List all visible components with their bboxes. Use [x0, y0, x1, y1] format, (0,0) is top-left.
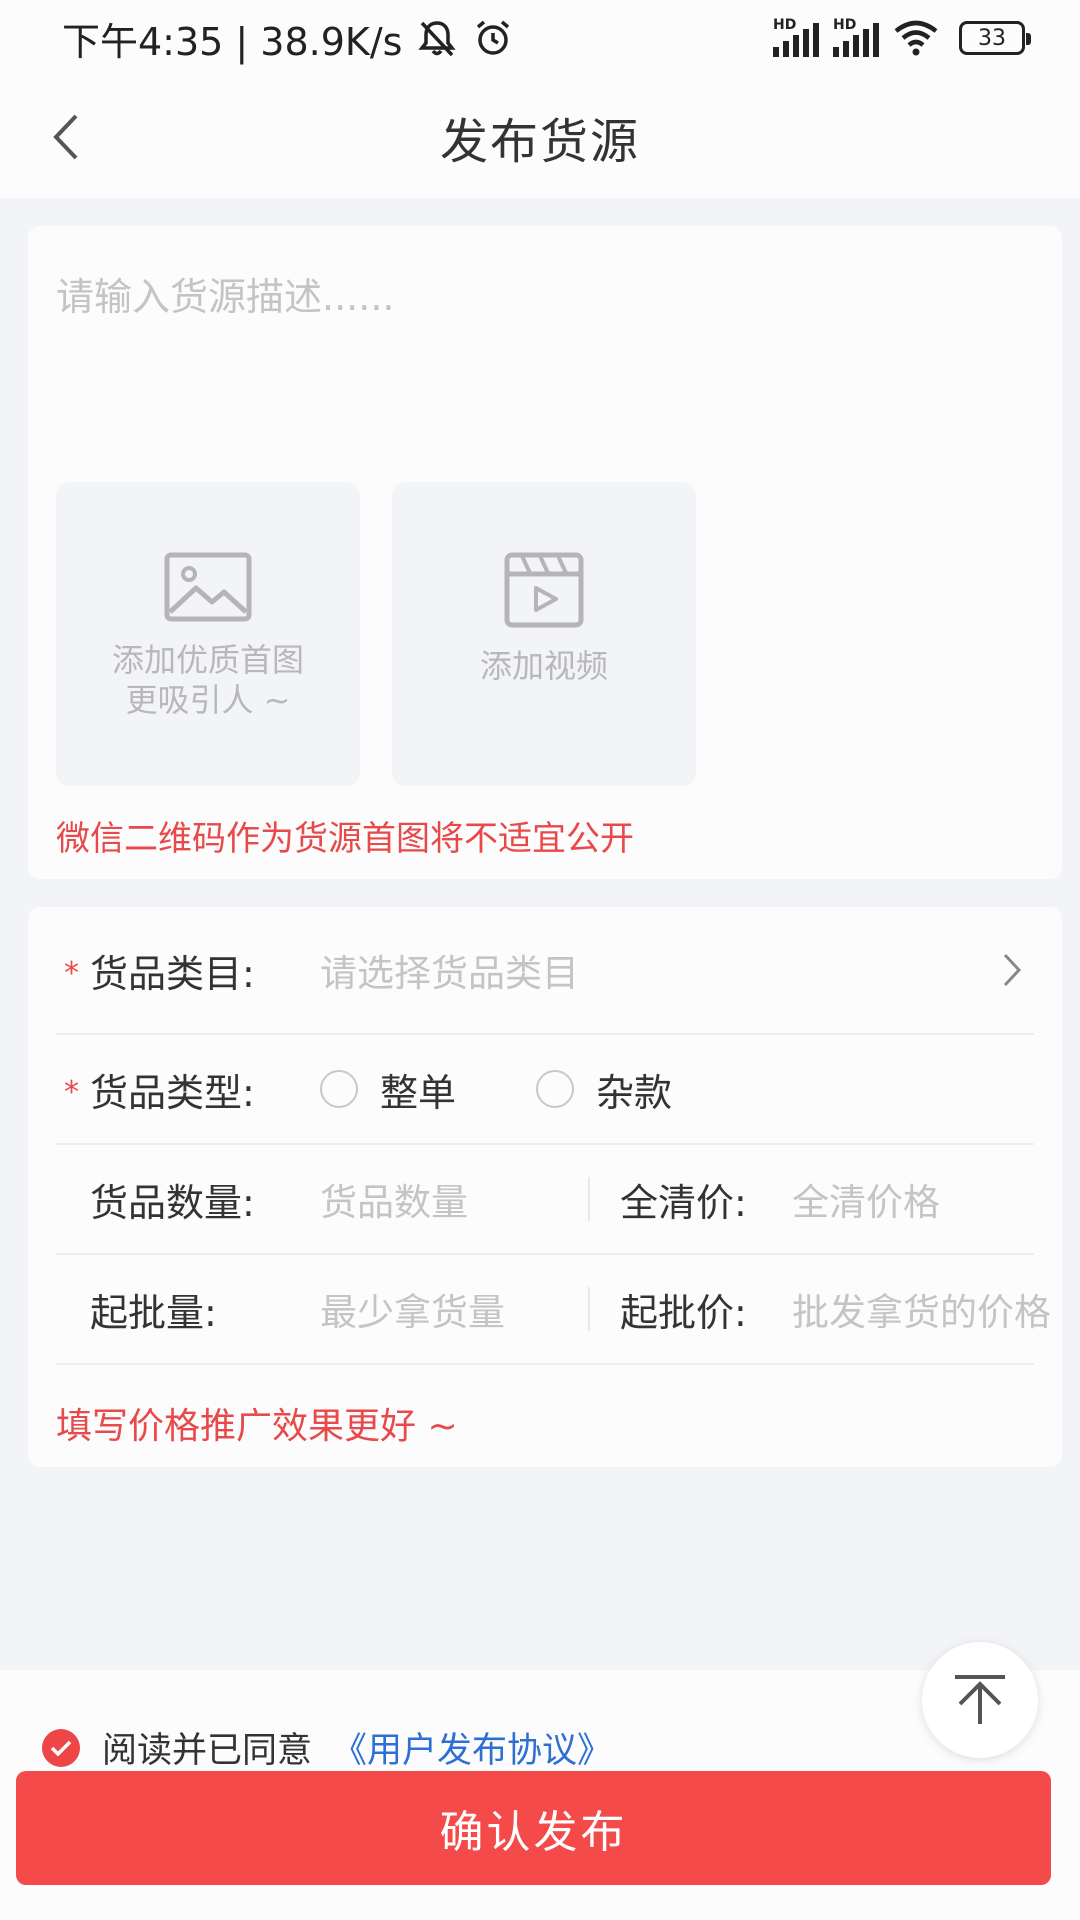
confirm-publish-button[interactable]: 确认发布 — [16, 1771, 1051, 1885]
battery-level: 33 — [978, 25, 1006, 51]
agreement-row: 阅读并已同意 《用户发布协议》 — [42, 1722, 612, 1773]
min-batch-input[interactable]: 最少拿货量 — [320, 1282, 505, 1336]
status-right: HD HD 33 — [773, 17, 1031, 57]
quantity-input[interactable]: 货品数量 — [320, 1172, 468, 1226]
quantity-row: 货品数量: 货品数量 全清价: 全清价格 — [56, 1145, 1034, 1255]
check-icon — [50, 1740, 72, 1756]
status-time-speed: 下午4:35 | 38.9K/s — [62, 19, 403, 64]
radio-icon[interactable] — [536, 1070, 574, 1108]
divider — [588, 1177, 590, 1221]
signal-icon: HD — [833, 17, 879, 57]
add-image-label-line1: 添加优质首图 — [111, 641, 304, 679]
add-image-label: 添加优质首图 更吸引人 ~ — [112, 640, 304, 720]
signal-hd-label: HD — [773, 17, 797, 33]
description-input[interactable] — [56, 266, 1036, 426]
type-row: * 货品类型: 整单 杂款 — [56, 1035, 1034, 1145]
goods-form-card: * 货品类目: 请选择货品类目 * 货品类型: 整单 杂款 货品数量: 货品数量… — [28, 907, 1062, 1467]
add-image-label-line2: 更吸引人 ~ — [125, 681, 291, 719]
bottom-bar: 阅读并已同意 《用户发布协议》 确认发布 — [0, 1670, 1080, 1920]
mute-icon — [418, 21, 457, 57]
add-image-button[interactable]: 添加优质首图 更吸引人 ~ — [56, 482, 360, 786]
agreement-link[interactable]: 《用户发布协议》 — [332, 1722, 612, 1773]
add-video-label: 添加视频 — [479, 647, 608, 685]
add-video-button[interactable]: 添加视频 — [392, 482, 696, 786]
status-left: 下午4:35 | 38.9K/s — [62, 11, 514, 66]
alarm-icon — [477, 20, 510, 55]
nav-bar: 发布货源 — [0, 76, 1080, 198]
type-option-label: 整单 — [380, 1070, 457, 1115]
signal-icon: HD — [773, 17, 819, 57]
type-option-label: 杂款 — [596, 1070, 673, 1115]
price-tip-text: 填写价格推广效果更好 ~ — [56, 1406, 458, 1447]
required-mark: * — [64, 956, 79, 991]
battery-icon: 33 — [959, 21, 1031, 55]
chevron-right-icon — [994, 948, 1030, 992]
type-option-whole[interactable]: 整单 — [320, 1062, 456, 1117]
image-icon — [164, 552, 252, 622]
category-select[interactable]: 请选择货品类目 — [320, 943, 579, 997]
back-button[interactable] — [30, 102, 100, 172]
qr-warning-text: 微信二维码作为货源首图将不适宜公开 — [56, 819, 634, 859]
arrow-to-top-icon — [955, 1675, 1005, 1724]
back-to-top-button[interactable] — [922, 1642, 1038, 1758]
description-card: 添加优质首图 更吸引人 ~ 添加视频 微信二维码作为货源首图将不适宜公开 — [28, 226, 1062, 879]
required-mark: * — [64, 1075, 79, 1110]
min-batch-label: 起批量: — [90, 1290, 217, 1335]
video-icon — [504, 552, 584, 628]
quantity-label: 货品数量: — [90, 1180, 255, 1225]
chevron-left-icon — [53, 114, 78, 160]
signal-hd-label: HD — [833, 17, 857, 33]
status-bar: 下午4:35 | 38.9K/s HD HD 33 — [0, 0, 1080, 76]
clearance-price-input[interactable]: 全清价格 — [792, 1172, 940, 1226]
batch-price-label: 起批价: — [620, 1290, 747, 1335]
wifi-icon — [894, 20, 938, 56]
agreement-checkbox[interactable] — [42, 1728, 80, 1767]
type-label: 货品类型: — [90, 1070, 255, 1115]
type-option-mixed[interactable]: 杂款 — [536, 1062, 672, 1117]
clearance-price-label: 全清价: — [620, 1180, 747, 1225]
category-row[interactable]: * 货品类目: 请选择货品类目 — [56, 907, 1034, 1035]
category-label: 货品类目: — [90, 951, 255, 996]
page-title: 发布货源 — [439, 114, 640, 170]
radio-icon[interactable] — [320, 1070, 358, 1108]
divider — [588, 1287, 590, 1331]
batch-price-input[interactable]: 批发拿货的价格 — [792, 1282, 1051, 1336]
batch-row: 起批量: 最少拿货量 起批价: 批发拿货的价格 — [56, 1255, 1051, 1365]
agreement-text: 阅读并已同意 — [102, 1731, 313, 1771]
